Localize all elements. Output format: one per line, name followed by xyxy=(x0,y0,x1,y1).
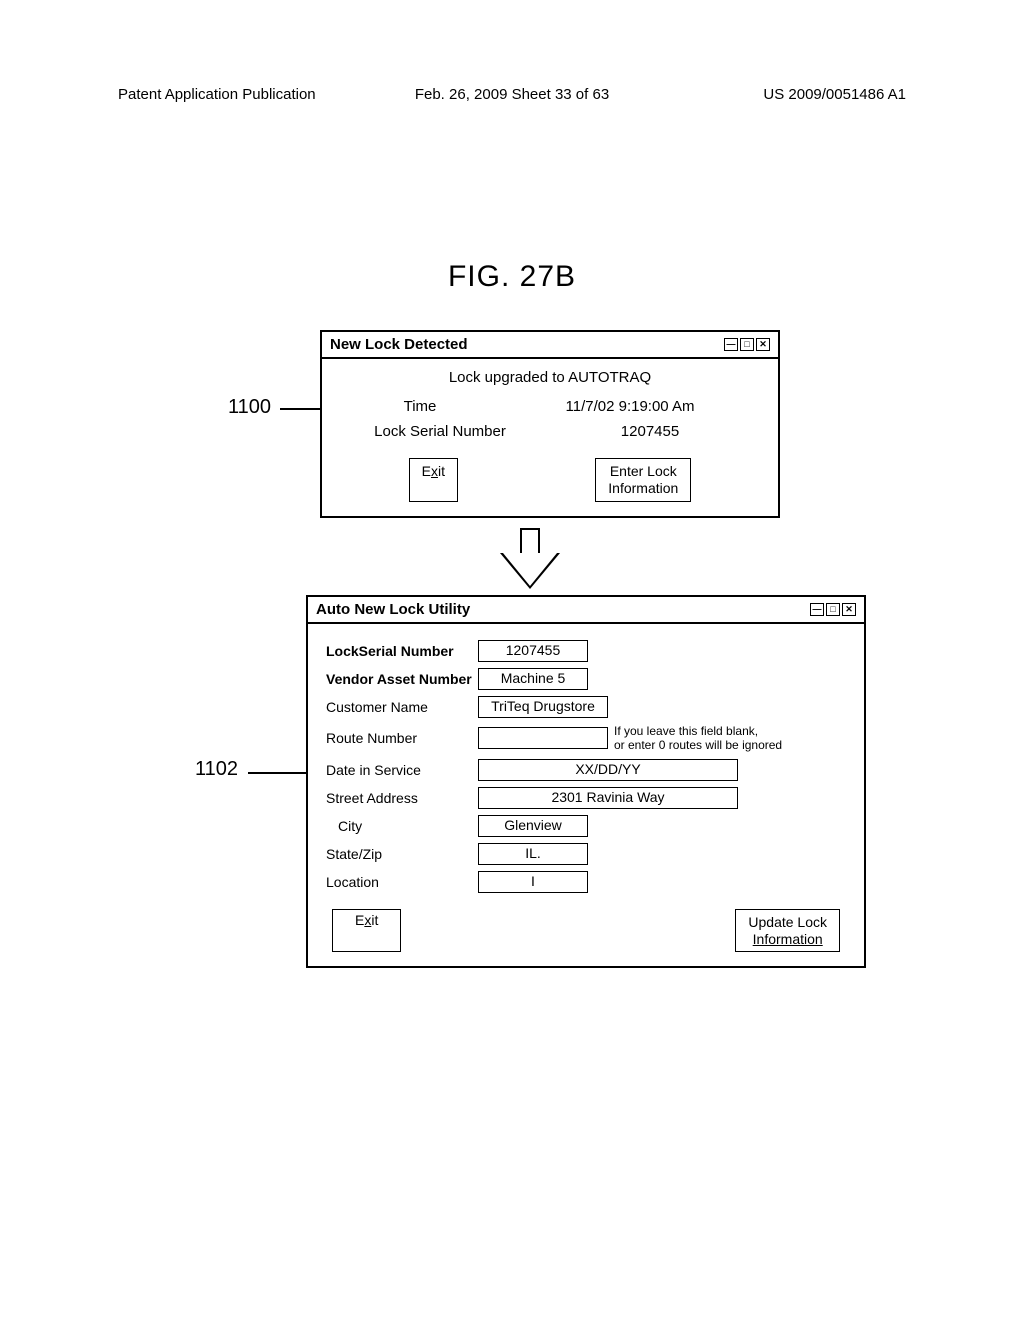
dialog-title: Auto New Lock Utility xyxy=(316,601,470,618)
minimize-icon[interactable]: — xyxy=(724,338,738,351)
dialog-body: LockSerial Number 1207455 Vendor Asset N… xyxy=(308,624,864,966)
time-row: Time 11/7/02 9:19:00 Am xyxy=(340,398,760,415)
close-icon[interactable]: ✕ xyxy=(756,338,770,351)
addr-field[interactable]: 2301 Ravinia Way xyxy=(478,787,738,809)
titlebar: Auto New Lock Utility — □ ✕ xyxy=(308,597,864,624)
dialog-title: New Lock Detected xyxy=(330,336,468,353)
addr-label: Street Address xyxy=(326,790,478,806)
figure-title: FIG. 27B xyxy=(448,260,576,294)
new-lock-detected-dialog: New Lock Detected — □ ✕ Lock upgraded to… xyxy=(320,330,780,518)
serial-field[interactable]: 1207455 xyxy=(478,640,588,662)
date-row: Date in Service XX/DD/YY xyxy=(326,759,846,781)
date-label: Date in Service xyxy=(326,762,478,778)
state-row: State/Zip IL. xyxy=(326,843,846,865)
serial-row: LockSerial Number 1207455 xyxy=(326,640,846,662)
titlebar: New Lock Detected — □ ✕ xyxy=(322,332,778,359)
ref-num-1100: 1100 xyxy=(228,396,271,419)
ref-line-1100 xyxy=(280,408,320,410)
button-row: Exit Update Lock Information xyxy=(326,909,846,953)
city-field[interactable]: Glenview xyxy=(478,815,588,837)
flow-arrow-icon xyxy=(500,528,560,590)
maximize-icon[interactable]: □ xyxy=(740,338,754,351)
location-row: Location I xyxy=(326,871,846,893)
subtitle: Lock upgraded to AUTOTRAQ xyxy=(340,369,760,386)
vendor-label: Vendor Asset Number xyxy=(326,671,478,687)
state-field[interactable]: IL. xyxy=(478,843,588,865)
customer-field[interactable]: TriTeq Drugstore xyxy=(478,696,608,718)
date-field[interactable]: XX/DD/YY xyxy=(478,759,738,781)
update-lock-info-button[interactable]: Update Lock Information xyxy=(735,909,840,953)
header-left: Patent Application Publication xyxy=(118,86,316,103)
addr-row: Street Address 2301 Ravinia Way xyxy=(326,787,846,809)
enter-lock-info-button[interactable]: Enter Lock Information xyxy=(595,458,691,502)
vendor-field[interactable]: Machine 5 xyxy=(478,668,588,690)
route-row: Route Number If you leave this field bla… xyxy=(326,724,846,753)
exit-button[interactable]: Exit xyxy=(332,909,401,953)
location-label: Location xyxy=(326,874,478,890)
city-label: City xyxy=(326,818,478,834)
maximize-icon[interactable]: □ xyxy=(826,603,840,616)
window-controls: — □ ✕ xyxy=(724,338,770,351)
serial-value: 1207455 xyxy=(540,423,760,440)
location-field[interactable]: I xyxy=(478,871,588,893)
minimize-icon[interactable]: — xyxy=(810,603,824,616)
header-center: Feb. 26, 2009 Sheet 33 of 63 xyxy=(415,86,609,103)
exit-button[interactable]: Exit xyxy=(409,458,458,502)
city-row: City Glenview xyxy=(326,815,846,837)
customer-label: Customer Name xyxy=(326,699,478,715)
close-icon[interactable]: ✕ xyxy=(842,603,856,616)
auto-new-lock-utility-dialog: Auto New Lock Utility — □ ✕ LockSerial N… xyxy=(306,595,866,968)
page-header: Patent Application Publication Feb. 26, … xyxy=(118,86,906,103)
serial-row: Lock Serial Number 1207455 xyxy=(340,423,760,440)
serial-label: Lock Serial Number xyxy=(340,423,540,440)
window-controls: — □ ✕ xyxy=(810,603,856,616)
route-label: Route Number xyxy=(326,730,478,746)
route-field[interactable] xyxy=(478,727,608,749)
time-value: 11/7/02 9:19:00 Am xyxy=(500,398,760,415)
ref-line-1102 xyxy=(248,772,306,774)
time-label: Time xyxy=(340,398,500,415)
dialog-body: Lock upgraded to AUTOTRAQ Time 11/7/02 9… xyxy=(322,359,778,516)
customer-row: Customer Name TriTeq Drugstore xyxy=(326,696,846,718)
ref-num-1102: 1102 xyxy=(195,758,238,781)
vendor-row: Vendor Asset Number Machine 5 xyxy=(326,668,846,690)
header-right: US 2009/0051486 A1 xyxy=(763,86,906,103)
state-label: State/Zip xyxy=(326,846,478,862)
button-row: Exit Enter Lock Information xyxy=(340,458,760,502)
route-note: If you leave this field blank, or enter … xyxy=(614,724,782,753)
serial-label: LockSerial Number xyxy=(326,643,478,659)
